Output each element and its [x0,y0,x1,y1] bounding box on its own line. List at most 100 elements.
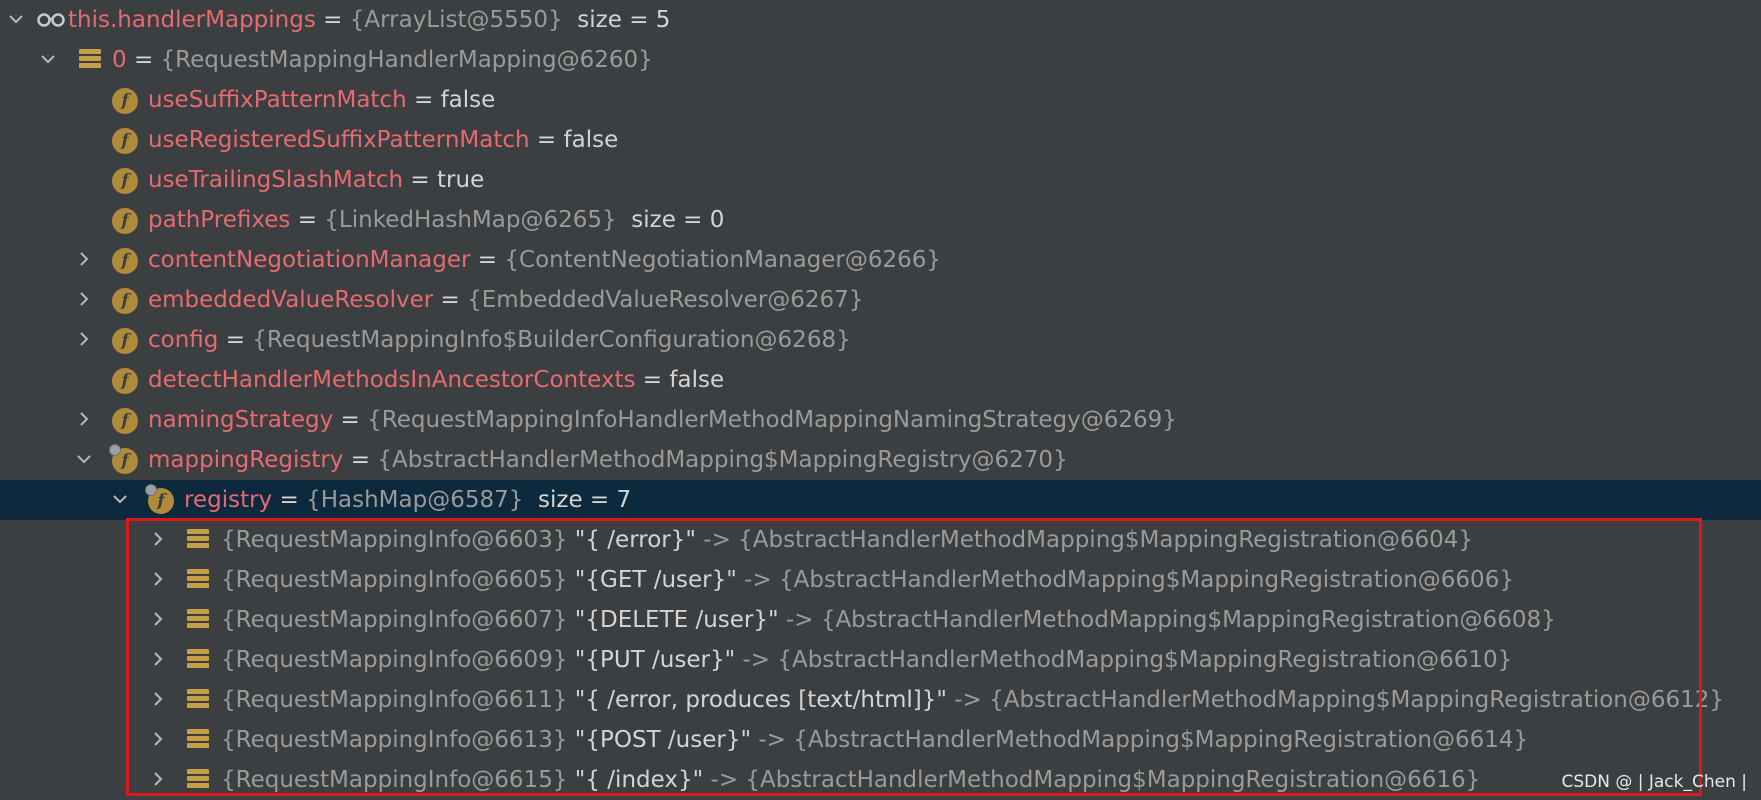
tree-row-field[interactable]: f embeddedValueResolver = {EmbeddedValue… [0,280,1761,320]
assign-operator: = [413,87,434,113]
entry-key: {RequestMappingInfo@6603} [221,527,568,553]
variables-tree: this.handlerMappings = {ArrayList@5550} … [0,0,1761,800]
tree-row-field[interactable]: f namingStrategy = {RequestMappingInfoHa… [0,400,1761,440]
field-icon: f [112,328,138,354]
field-size: size = 7 [538,487,632,513]
chevron-right-icon[interactable] [74,280,96,320]
entry-key: {RequestMappingInfo@6605} [221,567,568,593]
field-icon: f [112,368,138,394]
assign-operator: = [477,247,498,273]
entry-string: "{DELETE /user}" [574,607,779,633]
assign-operator: = [440,287,460,313]
chevron-right-icon[interactable] [148,760,170,800]
field-icon: f [112,128,138,154]
entry-value: {AbstractHandlerMethodMapping$MappingReg… [779,567,1514,593]
assign-operator: = [350,447,371,473]
stack-icon [187,529,209,551]
stack-icon [187,609,209,631]
variable-size: size = 5 [577,7,671,33]
assign-operator: = [642,367,663,393]
field-name: contentNegotiationManager [148,247,471,273]
entry-arrow: -> [742,647,771,673]
field-reference: {RequestMappingInfo$BuilderConfiguration… [252,327,851,353]
chevron-right-icon[interactable] [148,640,170,680]
chevron-down-icon[interactable] [110,480,132,520]
entry-key: {RequestMappingInfo@6609} [221,647,568,673]
tree-row-field[interactable]: f pathPrefixes = {LinkedHashMap@6265} si… [0,200,1761,240]
variable-reference: {RequestMappingHandlerMapping@6260} [160,47,653,73]
entry-arrow: -> [703,527,731,553]
entry-arrow: -> [710,767,739,793]
stack-icon [187,649,209,671]
field-reference: {ContentNegotiationManager@6266} [504,247,942,273]
field-name: namingStrategy [148,407,334,433]
field-name: pathPrefixes [148,207,291,233]
assign-operator: = [297,207,317,233]
entry-value: {AbstractHandlerMethodMapping$MappingReg… [989,687,1725,713]
field-value: false [440,87,496,113]
chevron-right-icon[interactable] [148,680,170,720]
tree-row-field[interactable]: f useTrailingSlashMatch = true [0,160,1761,200]
chevron-right-icon[interactable] [74,320,96,360]
entry-string: "{ /error}" [574,527,696,553]
chevron-down-icon[interactable] [6,0,28,40]
stack-icon [187,769,209,791]
assign-operator: = [340,407,360,433]
registry-entry-row[interactable]: {RequestMappingInfo@6603} "{ /error}" ->… [0,520,1761,560]
tree-row-mapping-registry[interactable]: f mappingRegistry = {AbstractHandlerMeth… [0,440,1761,480]
assign-operator: = [279,487,299,513]
registry-entry-row[interactable]: {RequestMappingInfo@6609} "{PUT /user}" … [0,640,1761,680]
chevron-right-icon[interactable] [148,600,170,640]
entry-arrow: -> [758,727,786,753]
field-icon: f [112,408,138,434]
registry-entry-row[interactable]: {RequestMappingInfo@6611} "{ /error, pro… [0,680,1761,720]
tree-row-field[interactable]: f config = {RequestMappingInfo$BuilderCo… [0,320,1761,360]
registry-entry-row[interactable]: {RequestMappingInfo@6613} "{POST /user}"… [0,720,1761,760]
tree-row-handler-mappings[interactable]: this.handlerMappings = {ArrayList@5550} … [0,0,1761,40]
tree-row-field[interactable]: f useSuffixPatternMatch = false [0,80,1761,120]
registry-entry-row[interactable]: {RequestMappingInfo@6615} "{ /index}" ->… [0,760,1761,800]
variable-reference: {ArrayList@5550} [349,7,563,33]
entry-string: "{GET /user}" [574,567,737,593]
entry-value: {AbstractHandlerMethodMapping$MappingReg… [793,727,1529,753]
entry-value: {AbstractHandlerMethodMapping$MappingReg… [820,607,1556,633]
field-name: config [148,327,219,353]
chevron-right-icon[interactable] [74,240,96,280]
assign-operator: = [225,327,245,353]
entry-key: {RequestMappingInfo@6615} [221,767,568,793]
chevron-right-icon[interactable] [74,400,96,440]
field-name: registry [184,487,273,513]
watermark: CSDN @ | Jack_Chen | [1561,772,1747,792]
chevron-right-icon[interactable] [148,520,170,560]
entry-arrow: -> [785,607,814,633]
chevron-right-icon[interactable] [148,720,170,760]
entry-arrow: -> [744,567,772,593]
field-name: mappingRegistry [148,447,344,473]
field-name: embeddedValueResolver [148,287,434,313]
field-name: useRegisteredSuffixPatternMatch [148,127,530,153]
entry-string: "{ /index}" [574,767,704,793]
tree-row-item-0[interactable]: 0 = {RequestMappingHandlerMapping@6260} [0,40,1761,80]
tree-row-field[interactable]: f useRegisteredSuffixPatternMatch = fals… [0,120,1761,160]
assign-operator: = [133,47,154,73]
tree-row-registry[interactable]: f registry = {HashMap@6587} size = 7 [0,480,1761,520]
field-value: true [437,167,485,193]
field-reference: {EmbeddedValueResolver@6267} [467,287,864,313]
variable-name: 0 [112,47,127,73]
chevron-right-icon[interactable] [148,560,170,600]
chevron-down-icon[interactable] [74,440,96,480]
entry-string: "{POST /user}" [574,727,752,753]
field-reference: {LinkedHashMap@6265} [324,207,617,233]
chevron-down-icon[interactable] [38,40,60,80]
field-name: useTrailingSlashMatch [148,167,404,193]
entry-arrow: -> [954,687,982,713]
entry-value: {AbstractHandlerMethodMapping$MappingReg… [745,767,1481,793]
tree-row-field[interactable]: f detectHandlerMethodsInAncestorContexts… [0,360,1761,400]
registry-entry-row[interactable]: {RequestMappingInfo@6607} "{DELETE /user… [0,600,1761,640]
tree-row-field[interactable]: f contentNegotiationManager = {ContentNe… [0,240,1761,280]
registry-entry-row[interactable]: {RequestMappingInfo@6605} "{GET /user}" … [0,560,1761,600]
final-marker-icon [109,444,121,456]
variable-name: this.handlerMappings [68,7,316,33]
entry-value: {AbstractHandlerMethodMapping$MappingReg… [777,647,1513,673]
field-name: detectHandlerMethodsInAncestorContexts [148,367,636,393]
